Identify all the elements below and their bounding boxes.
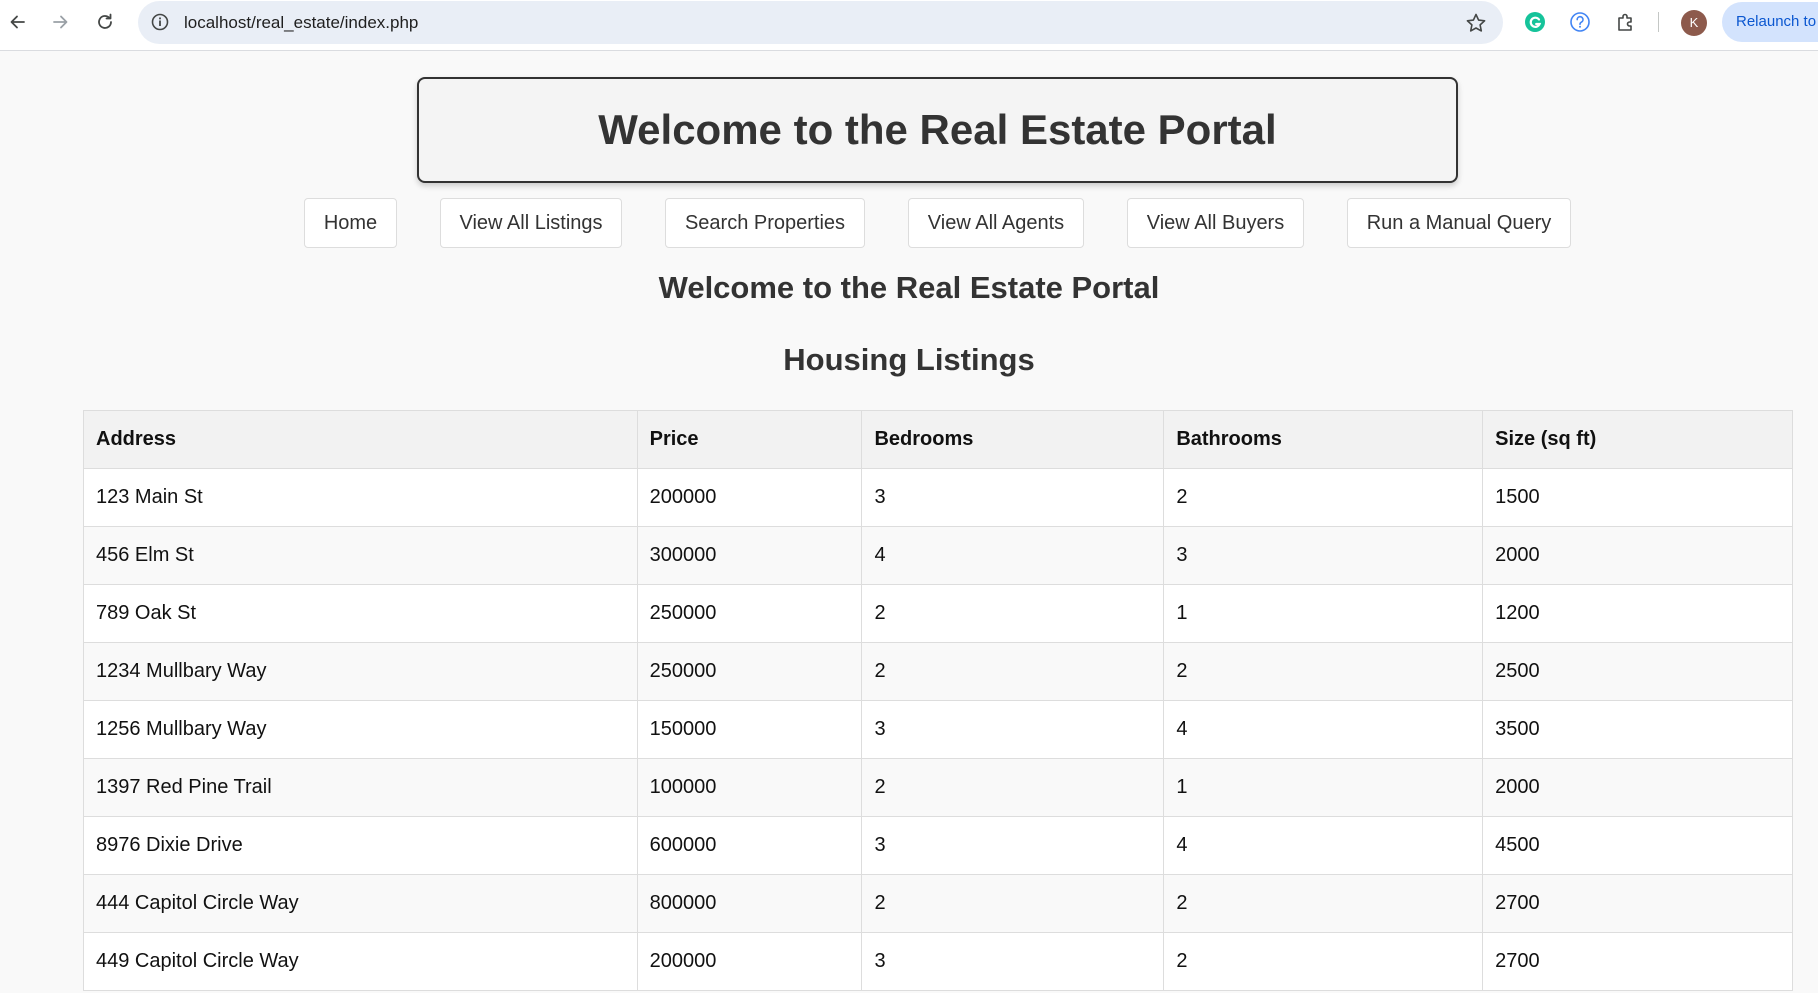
- table-cell: 2000: [1482, 526, 1793, 585]
- table-cell: 200000: [636, 932, 863, 991]
- site-info-button[interactable]: [150, 12, 170, 32]
- table-row: 456 Elm St 300000 4 3 2000: [83, 526, 1793, 585]
- site-header: Welcome to the Real Estate Portal: [417, 77, 1458, 183]
- nav-search-properties[interactable]: Search Properties: [665, 198, 865, 248]
- arrow-left-icon: [10, 15, 25, 29]
- table-cell: 4: [861, 526, 1165, 585]
- table-row: 8976 Dixie Drive 600000 3 4 4500: [83, 816, 1793, 875]
- table-cell: 3: [861, 468, 1165, 527]
- puzzle-icon: [1618, 13, 1632, 31]
- table-cell: 2: [861, 584, 1165, 643]
- toolbar-divider: [1658, 12, 1659, 32]
- table-cell: 250000: [636, 584, 863, 643]
- table-cell: 300000: [636, 526, 863, 585]
- info-icon: [151, 13, 169, 31]
- table-cell: 2: [861, 758, 1165, 817]
- table-row: 789 Oak St 250000 2 1 1200: [83, 584, 1793, 643]
- listings-table: Address Price Bedrooms Bathrooms Size (sq ft…: [83, 410, 1793, 991]
- star-icon: [1466, 13, 1486, 32]
- table-cell: 2: [1163, 874, 1484, 933]
- url-text[interactable]: localhost/real_estate/index.php: [184, 1, 418, 44]
- table-row: 1234 Mullbary Way 250000 2 2 2500: [83, 642, 1793, 701]
- table-cell: 1256 Mullbary Way: [83, 700, 638, 759]
- table-cell: 3: [861, 932, 1165, 991]
- nav-view-all-agents[interactable]: View All Agents: [908, 198, 1084, 248]
- table-body: 123 Main St 200000 3 2 1500 456 Elm St 300000 4…: [83, 468, 1793, 991]
- column-header: Price: [636, 410, 863, 469]
- bookmark-button[interactable]: [1465, 12, 1487, 34]
- browser-toolbar: localhost/real_estate/index.php K Relaun…: [0, 0, 1818, 51]
- column-header: Address: [83, 410, 638, 469]
- reload-button[interactable]: [89, 6, 121, 38]
- table-cell: 4: [1163, 700, 1484, 759]
- table-header-row: Address Price Bedrooms Bathrooms Size (sq ft…: [83, 410, 1793, 469]
- arrow-right-icon: [53, 15, 68, 29]
- table-cell: 449 Capitol Circle Way: [83, 932, 638, 991]
- site-title: Welcome to the Real Estate Portal: [598, 106, 1277, 153]
- table-cell: 8976 Dixie Drive: [83, 816, 638, 875]
- table-cell: 3: [861, 816, 1165, 875]
- table-cell: 2000: [1482, 758, 1793, 817]
- table-cell: 3: [1163, 526, 1484, 585]
- table-cell: 2: [1163, 468, 1484, 527]
- forward-button[interactable]: [44, 6, 76, 38]
- table-cell: 1234 Mullbary Way: [83, 642, 638, 701]
- grammarly-extension[interactable]: [1523, 10, 1547, 34]
- main-nav: Home View All Listings Search Properties…: [0, 198, 1818, 248]
- listings-heading: Housing Listings: [783, 342, 1035, 377]
- address-bar[interactable]: localhost/real_estate/index.php: [138, 1, 1503, 44]
- welcome-heading: Welcome to the Real Estate Portal: [658, 270, 1160, 305]
- table-cell: 1: [1163, 758, 1484, 817]
- table-cell: 600000: [636, 816, 863, 875]
- table-cell: 200000: [636, 468, 863, 527]
- table-cell: 800000: [636, 874, 863, 933]
- table-cell: 4: [1163, 816, 1484, 875]
- table-row: 444 Capitol Circle Way 800000 2 2 2700: [83, 874, 1793, 933]
- column-header: Size (sq ft): [1482, 410, 1793, 469]
- table-cell: 1500: [1482, 468, 1793, 527]
- nav-view-all-buyers[interactable]: View All Buyers: [1127, 198, 1304, 248]
- table-cell: 3500: [1482, 700, 1793, 759]
- nav-home[interactable]: Home: [304, 198, 397, 248]
- nav-run-manual-query[interactable]: Run a Manual Query: [1347, 198, 1571, 248]
- table-cell: 4500: [1482, 816, 1793, 875]
- relaunch-button[interactable]: Relaunch to: [1722, 2, 1818, 42]
- help-icon: [1570, 12, 1590, 32]
- table-cell: 100000: [636, 758, 863, 817]
- table-cell: 444 Capitol Circle Way: [83, 874, 638, 933]
- table-cell: 250000: [636, 642, 863, 701]
- table-row: 1397 Red Pine Trail 100000 2 1 2000: [83, 758, 1793, 817]
- column-header: Bathrooms: [1163, 410, 1484, 469]
- table-cell: 2500: [1482, 642, 1793, 701]
- profile-avatar[interactable]: K: [1681, 10, 1707, 36]
- extensions-button[interactable]: [1614, 10, 1638, 34]
- reload-icon: [98, 13, 112, 29]
- table-row: 449 Capitol Circle Way 200000 3 2 2700: [83, 932, 1793, 991]
- table-cell: 2: [861, 874, 1165, 933]
- table-cell: 2: [1163, 642, 1484, 701]
- table-cell: 1397 Red Pine Trail: [83, 758, 638, 817]
- table-cell: 123 Main St: [83, 468, 638, 527]
- table-cell: 789 Oak St: [83, 584, 638, 643]
- table-row: 1256 Mullbary Way 150000 3 4 3500: [83, 700, 1793, 759]
- page-content: Welcome to the Real Estate Portal Home V…: [0, 52, 1818, 993]
- column-header: Bedrooms: [861, 410, 1165, 469]
- listings-table-container: Address Price Bedrooms Bathrooms Size (sq ft…: [83, 410, 1793, 991]
- grammarly-icon: [1525, 12, 1545, 32]
- table-cell: 2: [861, 642, 1165, 701]
- table-cell: 456 Elm St: [83, 526, 638, 585]
- table-cell: 3: [861, 700, 1165, 759]
- table-cell: 2: [1163, 932, 1484, 991]
- nav-view-all-listings[interactable]: View All Listings: [440, 198, 622, 248]
- table-cell: 1: [1163, 584, 1484, 643]
- back-button[interactable]: [2, 6, 34, 38]
- table-cell: 1200: [1482, 584, 1793, 643]
- table-row: 123 Main St 200000 3 2 1500: [83, 468, 1793, 527]
- help-extension[interactable]: [1568, 10, 1592, 34]
- table-cell: 2700: [1482, 932, 1793, 991]
- table-cell: 2700: [1482, 874, 1793, 933]
- table-cell: 150000: [636, 700, 863, 759]
